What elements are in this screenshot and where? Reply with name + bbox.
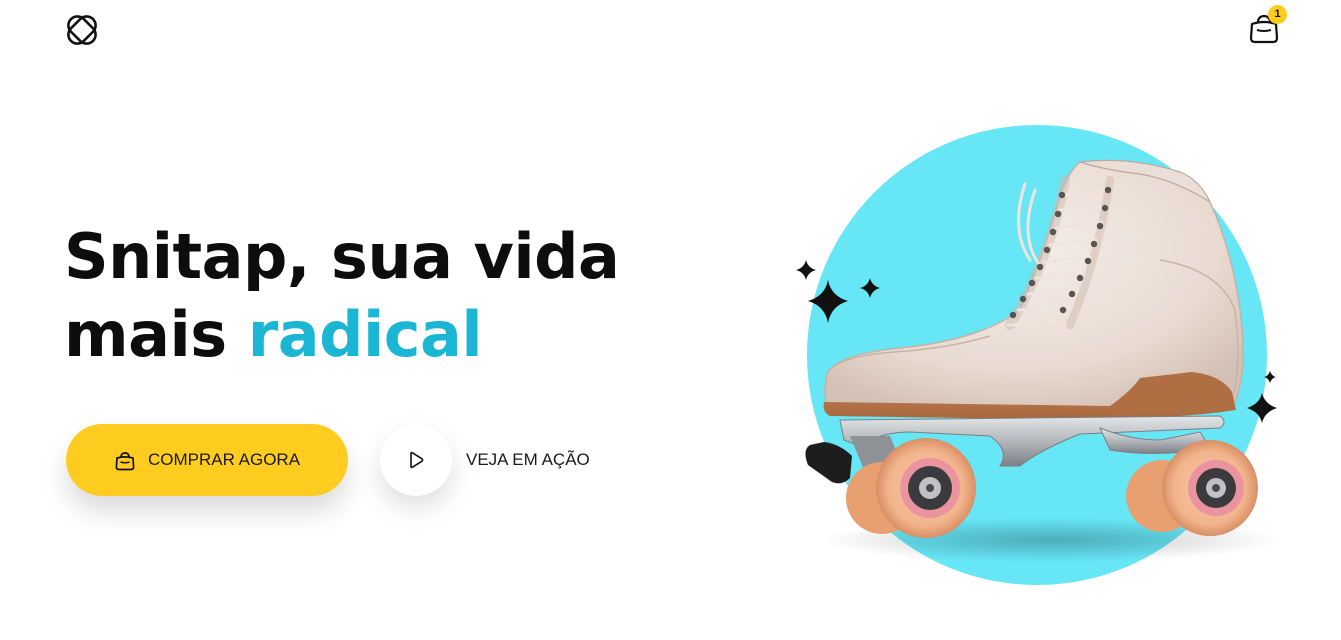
- landing-page: 1 Snitap, sua vida mais radical COMPRAR …: [0, 0, 1341, 640]
- play-button[interactable]: [380, 424, 452, 496]
- hero-title-accent: radical: [247, 298, 483, 371]
- watch-in-action-label: VEJA EM AÇÃO: [466, 450, 590, 469]
- snitap-logo-icon[interactable]: [64, 12, 100, 48]
- cart-button[interactable]: 1: [1248, 5, 1287, 46]
- buy-now-button[interactable]: COMPRAR AGORA: [66, 424, 348, 496]
- front-wheel: [876, 438, 976, 538]
- hero-title: Snitap, sua vida mais radical: [64, 218, 620, 374]
- rear-wheel: [1162, 440, 1258, 536]
- hero-title-line2: mais: [64, 298, 227, 371]
- play-icon: [410, 451, 424, 469]
- watch-in-action-button[interactable]: VEJA EM AÇÃO: [380, 424, 590, 496]
- hero-title-line1: Snitap, sua vida: [64, 220, 620, 293]
- shopping-bag-icon: [115, 452, 135, 471]
- cart-count-badge: 1: [1268, 5, 1287, 24]
- roller-skate-image: [780, 110, 1300, 610]
- buy-now-label: COMPRAR AGORA: [147, 450, 301, 469]
